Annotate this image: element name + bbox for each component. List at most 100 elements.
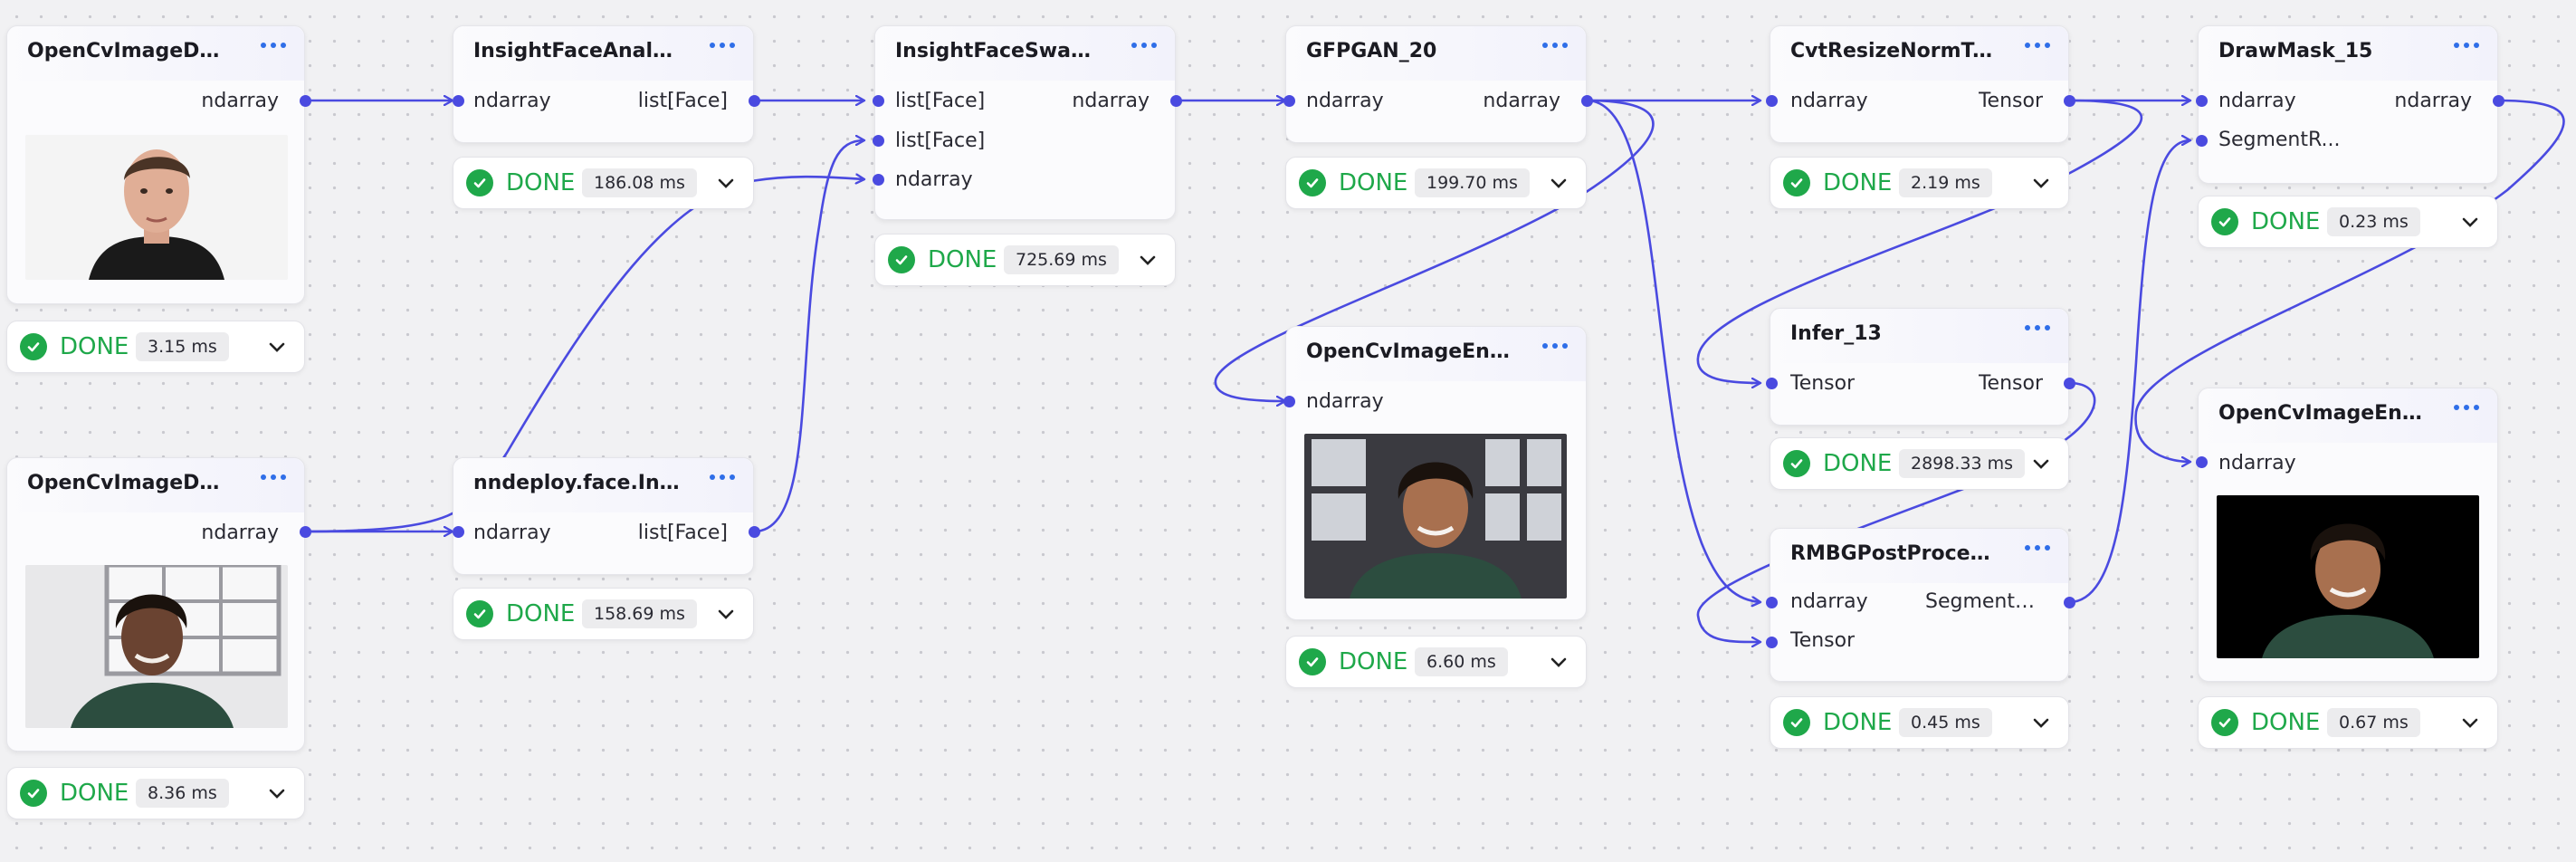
node-menu-button[interactable] — [1131, 43, 1157, 48]
node-rmbg-postprocess[interactable]: RMBGPostProcess_14 ndarray Tensor Segmen… — [1770, 528, 2069, 682]
output-handle[interactable] — [1169, 94, 1182, 107]
input-handle[interactable] — [872, 94, 884, 107]
edge-gfpgan-to-rmbg-ndarray[interactable] — [1586, 99, 1760, 602]
input-port-label: Tensor — [1790, 372, 1856, 395]
elapsed-time-badge: 199.70 ms — [1415, 168, 1530, 197]
input-port-label: ndarray — [1306, 90, 1384, 112]
edge-rmbg-to-drawmask[interactable] — [2068, 140, 2190, 604]
input-handle[interactable] — [452, 94, 464, 107]
image-preview — [1304, 434, 1567, 599]
input-handle[interactable] — [1283, 94, 1295, 107]
node-image-decoder-2[interactable]: OpenCvImageDecod... ndarray — [6, 457, 305, 752]
input-port-label: ndarray — [895, 168, 973, 191]
node-title: nndeploy.face.Insigh... — [473, 472, 681, 494]
elapsed-time-badge: 725.69 ms — [1004, 245, 1119, 274]
chevron-down-icon[interactable] — [715, 603, 737, 625]
node-menu-button[interactable] — [261, 474, 286, 480]
output-handle[interactable] — [2063, 377, 2075, 389]
output-handle[interactable] — [748, 94, 760, 107]
status-label: DONE — [1823, 450, 1893, 477]
node-menu-button[interactable] — [2454, 405, 2479, 410]
output-port-label: Tensor — [1978, 372, 2043, 395]
status-bar: DONE 199.70 ms — [1285, 157, 1587, 209]
face-swap-result-icon — [1304, 434, 1567, 599]
chevron-down-icon[interactable] — [266, 782, 288, 804]
output-handle[interactable] — [299, 94, 311, 107]
node-insightface-analysis[interactable]: InsightFaceAnalysis_17 ndarray list[Face… — [453, 25, 754, 143]
chevron-down-icon[interactable] — [2030, 453, 2052, 474]
chevron-down-icon[interactable] — [2030, 712, 2052, 733]
check-circle-icon — [20, 780, 47, 807]
input-handle[interactable] — [872, 134, 884, 147]
node-menu-button[interactable] — [2025, 43, 2050, 48]
node-title: OpenCvImageDecod... — [27, 40, 232, 62]
input-handle[interactable] — [1765, 636, 1778, 648]
node-menu-button[interactable] — [710, 43, 735, 48]
output-handle[interactable] — [299, 525, 311, 538]
status-label: DONE — [1823, 709, 1893, 736]
input-handle[interactable] — [1765, 377, 1778, 389]
chevron-down-icon[interactable] — [1137, 249, 1159, 271]
node-gfpgan[interactable]: GFPGAN_20 ndarray ndarray — [1285, 25, 1587, 143]
node-title: Infer_13 — [1790, 322, 1882, 345]
check-circle-icon — [2211, 709, 2238, 736]
node-insightface-swapper[interactable]: InsightFaceSwapper_... list[Face] list[F… — [874, 25, 1176, 220]
check-circle-icon — [20, 333, 47, 360]
node-menu-button[interactable] — [1542, 43, 1568, 48]
node-nndeploy-face-insight[interactable]: nndeploy.face.Insigh... ndarray list[Fac… — [453, 457, 754, 575]
chevron-down-icon[interactable] — [2459, 211, 2481, 233]
node-title: InsightFaceSwapper_... — [895, 40, 1102, 62]
node-cvt-resize-norm[interactable]: CvtResizeNormTrans... ndarray Tensor — [1770, 25, 2069, 143]
node-image-encoder-1[interactable]: OpenCvImageEncod... ndarray — [1285, 326, 1587, 620]
node-menu-button[interactable] — [2025, 545, 2050, 551]
chevron-down-icon[interactable] — [2459, 712, 2481, 733]
status-bar: DONE 725.69 ms — [874, 234, 1176, 286]
input-handle[interactable] — [2195, 455, 2208, 468]
output-handle[interactable] — [2492, 94, 2504, 107]
node-infer[interactable]: Infer_13 Tensor Tensor — [1770, 308, 2069, 426]
node-image-decoder-1[interactable]: OpenCvImageDecod... ndarray — [6, 25, 305, 304]
input-port-label: SegmentR... — [2218, 129, 2341, 151]
chevron-down-icon[interactable] — [715, 172, 737, 194]
input-handle[interactable] — [1765, 596, 1778, 608]
status-label: DONE — [2251, 208, 2321, 235]
status-label: DONE — [506, 169, 576, 196]
input-port-label: Tensor — [1790, 629, 1856, 652]
status-label: DONE — [1339, 648, 1408, 675]
check-circle-icon — [888, 246, 915, 273]
chevron-down-icon[interactable] — [266, 336, 288, 358]
chevron-down-icon[interactable] — [1548, 172, 1569, 194]
status-bar: DONE 8.36 ms — [6, 767, 305, 819]
input-handle[interactable] — [2195, 94, 2208, 107]
input-handle[interactable] — [1283, 395, 1295, 407]
chevron-down-icon[interactable] — [2030, 172, 2052, 194]
output-handle[interactable] — [2063, 94, 2075, 107]
workflow-canvas[interactable]: OpenCvImageDecod... ndarray DONE 3.15 ms… — [0, 0, 2576, 862]
input-handle[interactable] — [452, 525, 464, 538]
node-image-encoder-2[interactable]: OpenCvImageEncod... ndarray — [2198, 388, 2498, 682]
node-menu-button[interactable] — [2454, 43, 2479, 48]
check-circle-icon — [1783, 450, 1810, 477]
node-menu-button[interactable] — [710, 474, 735, 480]
output-port-label: SegmentR... — [1925, 590, 2043, 613]
input-port-label: ndarray — [2218, 90, 2296, 112]
input-port-label: ndarray — [2218, 452, 2296, 474]
elapsed-time-badge: 0.23 ms — [2327, 207, 2420, 236]
output-handle[interactable] — [748, 525, 760, 538]
input-handle[interactable] — [1765, 94, 1778, 107]
input-handle[interactable] — [872, 173, 884, 186]
node-menu-button[interactable] — [261, 43, 286, 48]
input-handle[interactable] — [2195, 134, 2208, 147]
status-bar: DONE 3.15 ms — [6, 321, 305, 373]
node-menu-button[interactable] — [2025, 325, 2050, 330]
image-preview — [25, 565, 288, 728]
node-draw-mask[interactable]: DrawMask_15 ndarray SegmentR... ndarray — [2198, 25, 2498, 184]
chevron-down-icon[interactable] — [1548, 651, 1569, 673]
output-handle[interactable] — [1580, 94, 1593, 107]
output-port-label: list[Face] — [637, 90, 728, 112]
output-handle[interactable] — [2063, 596, 2075, 608]
elapsed-time-badge: 2.19 ms — [1899, 168, 1992, 197]
input-port-label: ndarray — [473, 90, 551, 112]
edge-nndeploy-to-swapper-face2[interactable] — [753, 140, 864, 533]
node-menu-button[interactable] — [1542, 343, 1568, 349]
